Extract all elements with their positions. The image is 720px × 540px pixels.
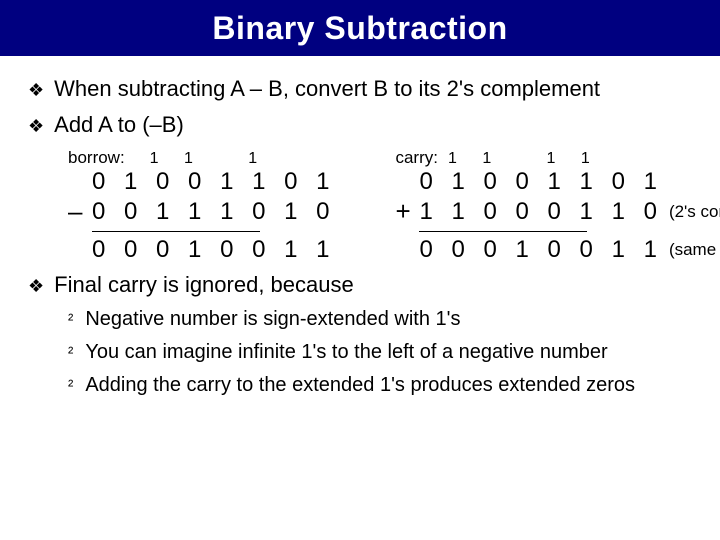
- carry-row: carry: 1 1 1 1: [395, 148, 720, 168]
- sub-bullet-icon: ²: [68, 378, 73, 396]
- bullet-3-text: Final carry is ignored, because: [54, 272, 354, 298]
- sub-bullet-2: ² You can imagine infinite 1's to the le…: [68, 341, 692, 364]
- diamond-bullet-icon: ❖: [28, 116, 44, 137]
- addend-a: 0 1 0 0 1 1 0 1: [419, 168, 662, 196]
- bullet-2: ❖ Add A to (–B): [28, 112, 692, 138]
- bullet-1-text: When subtracting A – B, convert B to its…: [54, 76, 600, 102]
- title-band: Binary Subtraction: [0, 0, 720, 56]
- calculations: borrow: 1 1 1 0 1 0 0 1 1 0 1 – 0 0 1 1 …: [68, 148, 692, 264]
- rule-line: [92, 231, 260, 232]
- complement-annotation: (2's complement): [669, 202, 720, 222]
- subtraction-block: borrow: 1 1 1 0 1 0 0 1 1 0 1 – 0 0 1 1 …: [68, 148, 335, 264]
- bullet-2-text: Add A to (–B): [54, 112, 184, 138]
- sub-bullet-icon: ²: [68, 312, 73, 330]
- minuend: 0 1 0 0 1 1 0 1: [92, 168, 335, 196]
- slide-title: Binary Subtraction: [212, 10, 507, 47]
- rule-line: [419, 231, 587, 232]
- borrow-row: borrow: 1 1 1: [68, 148, 335, 168]
- carry-digits: 1 1 1 1: [444, 150, 600, 168]
- addition-table: 0 1 0 0 1 1 0 1 + 1 1 0 0 0 1 1 0 (2's c…: [395, 168, 720, 264]
- sub-bullet-1: ² Negative number is sign-extended with …: [68, 308, 692, 331]
- carry-label: carry:: [395, 148, 438, 168]
- sub-bullet-3: ² Adding the carry to the extended 1's p…: [68, 374, 692, 397]
- subtraction-table: 0 1 0 0 1 1 0 1 – 0 0 1 1 1 0 1 0 0 0 0 …: [68, 168, 335, 264]
- addition-block: carry: 1 1 1 1 0 1 0 0 1 1 0 1 + 1 1 0 0…: [395, 148, 720, 264]
- bullet-3: ❖ Final carry is ignored, because: [28, 272, 692, 298]
- borrow-digits: 1 1 1: [131, 150, 268, 168]
- sub-bullet-1-text: Negative number is sign-extended with 1'…: [85, 308, 460, 331]
- sub-bullet-3-text: Adding the carry to the extended 1's pro…: [85, 374, 635, 397]
- minus-sign: –: [68, 196, 92, 227]
- borrow-label: borrow:: [68, 148, 125, 168]
- plus-sign: +: [395, 196, 419, 227]
- same-result-annotation: (same result): [669, 240, 720, 260]
- subtrahend: 0 0 1 1 1 0 1 0: [92, 198, 335, 226]
- bullet-1: ❖ When subtracting A – B, convert B to i…: [28, 76, 692, 102]
- sub-bullet-2-text: You can imagine infinite 1's to the left…: [85, 341, 607, 364]
- difference: 0 0 0 1 0 0 1 1: [92, 236, 335, 264]
- addend-b: 1 1 0 0 0 1 1 0: [419, 198, 662, 226]
- diamond-bullet-icon: ❖: [28, 80, 44, 101]
- sub-bullet-icon: ²: [68, 345, 73, 363]
- slide: Binary Subtraction ❖ When subtracting A …: [0, 0, 720, 540]
- diamond-bullet-icon: ❖: [28, 276, 44, 297]
- sum-result: 0 0 0 1 0 0 1 1: [419, 236, 662, 264]
- slide-body: ❖ When subtracting A – B, convert B to i…: [0, 56, 720, 397]
